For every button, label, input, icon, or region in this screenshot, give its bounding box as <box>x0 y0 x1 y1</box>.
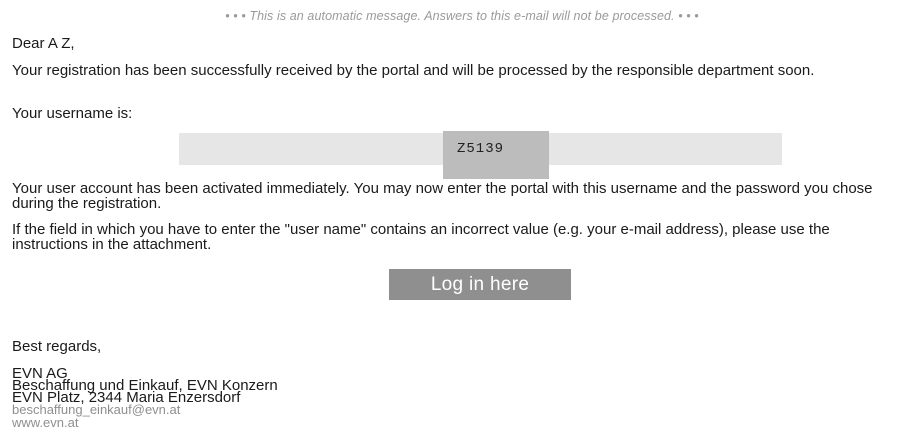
username-value: Z5139 <box>456 141 504 157</box>
username-box: Z5139 <box>179 131 782 179</box>
registration-paragraph: Your registration has been successfully … <box>12 62 815 79</box>
greeting: Dear A Z, <box>12 35 75 52</box>
username-intro: Your username is: <box>12 105 133 122</box>
login-button[interactable]: Log in here <box>389 269 571 300</box>
automatic-message-notice: • • • This is an automatic message. Answ… <box>225 9 699 23</box>
signature-website-link[interactable]: www.evn.at <box>12 416 78 429</box>
closing: Best regards, <box>12 338 102 355</box>
activation-paragraph: Your user account has been activated imm… <box>12 180 873 212</box>
incorrect-value-paragraph: If the field in which you have to enter … <box>12 221 830 253</box>
